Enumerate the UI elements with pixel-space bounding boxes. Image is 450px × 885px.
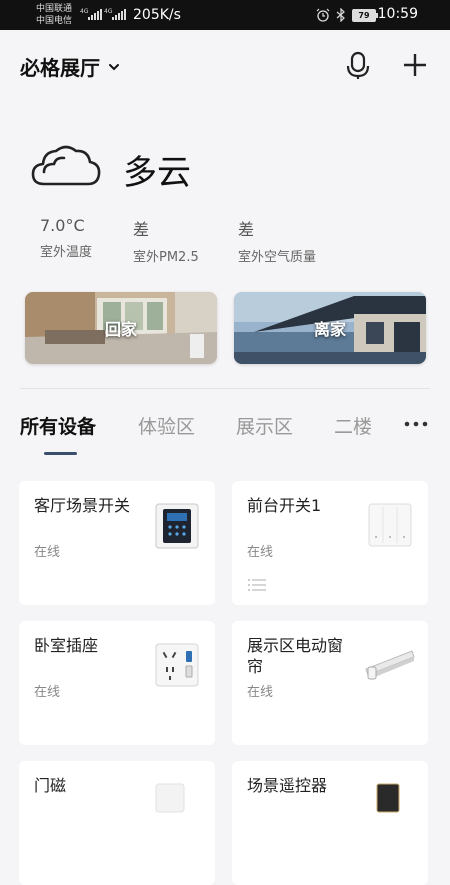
microphone-icon[interactable] — [344, 50, 372, 80]
curtain-motor-image — [365, 650, 415, 680]
more-icon[interactable] — [404, 414, 428, 434]
section-divider — [20, 388, 430, 389]
home-name: 必格展厅 — [20, 56, 100, 80]
signal-icon — [112, 9, 126, 20]
device-card[interactable]: 卧室插座 在线 — [19, 621, 215, 745]
tab-second-floor[interactable]: 二楼 — [334, 412, 372, 439]
chevron-down-icon — [109, 63, 119, 70]
device-status: 在线 — [247, 685, 274, 700]
device-status: 在线 — [34, 545, 61, 560]
scene-switch-panel-image — [155, 503, 199, 549]
power-socket-image — [155, 643, 199, 687]
door-sensor-image — [155, 783, 185, 813]
stat-label: 室外温度 — [40, 245, 93, 260]
active-tab-indicator — [44, 452, 77, 455]
outdoor-temperature: 7.0°C 室外温度 — [40, 216, 92, 260]
device-card[interactable]: 门磁 — [19, 761, 215, 885]
home-selector[interactable]: 必格展厅 — [20, 52, 120, 81]
signal-icon — [88, 9, 102, 20]
stat-label: 室外空气质量 — [238, 250, 317, 265]
stat-label: 室外PM2.5 — [133, 250, 199, 265]
bluetooth-icon — [336, 8, 345, 22]
device-name: 门磁 — [34, 776, 67, 795]
cloudy-weather-icon — [31, 145, 101, 186]
device-name: 客厅场景开关 — [34, 496, 131, 515]
device-card[interactable]: 前台开关1 在线 — [232, 481, 428, 605]
stat-value: 差 — [133, 220, 150, 239]
carrier-2: 中国电信 — [36, 16, 73, 26]
device-name: 卧室插座 — [34, 636, 99, 655]
device-status: 在线 — [34, 685, 61, 700]
tab-display-zone[interactable]: 展示区 — [236, 412, 293, 439]
device-status: 在线 — [247, 545, 274, 560]
add-icon[interactable] — [402, 52, 428, 78]
carrier-1: 中国联通 — [36, 4, 73, 14]
scene-card-away[interactable]: 离家 — [234, 292, 426, 364]
network-speed: 205K/s — [133, 7, 181, 23]
scene-card-home[interactable]: 回家 — [25, 292, 217, 364]
device-name: 场景遥控器 — [247, 776, 328, 795]
outdoor-air-quality: 差 室外空气质量 — [238, 216, 316, 265]
device-card[interactable]: 客厅场景开关 在线 — [19, 481, 215, 605]
list-icon[interactable] — [247, 577, 267, 593]
tab-all-devices[interactable]: 所有设备 — [20, 412, 96, 439]
carrier-names: 中国联通 中国电信 — [36, 3, 72, 27]
stat-value: 7.0°C — [40, 216, 85, 235]
stat-value: 差 — [238, 220, 255, 239]
scene-label: 回家 — [104, 320, 137, 339]
alarm-icon — [316, 8, 330, 22]
wall-switch-image — [368, 503, 412, 547]
clock: 10:59 — [377, 6, 418, 22]
tab-experience-zone[interactable]: 体验区 — [138, 412, 195, 439]
device-name: 前台开关1 — [247, 496, 322, 515]
scene-remote-image — [376, 783, 400, 813]
battery-indicator: 79 — [352, 8, 378, 22]
status-bar: 中国联通 中国电信 4G 4G 205K/s 79 10:59 — [0, 0, 450, 30]
weather-condition: 多云 — [123, 153, 191, 193]
outdoor-pm25: 差 室外PM2.5 — [133, 216, 199, 265]
scene-label: 离家 — [313, 320, 346, 339]
device-card[interactable]: 展示区电动窗帘 在线 — [232, 621, 428, 745]
device-card[interactable]: 场景遥控器 — [232, 761, 428, 885]
device-name: 展示区电动窗帘 — [247, 636, 344, 676]
